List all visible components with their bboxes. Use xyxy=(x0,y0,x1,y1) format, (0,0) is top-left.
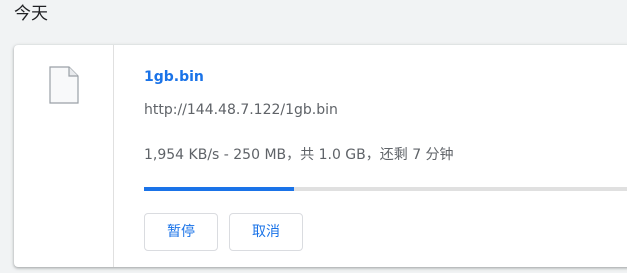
download-status-text: 1,954 KB/s - 250 MB，共 1.0 GB，还剩 7 分钟 xyxy=(144,147,454,163)
cancel-button[interactable]: 取消 xyxy=(229,213,303,251)
file-icon xyxy=(49,66,79,108)
download-details: 1gb.bin http://144.48.7.122/1gb.bin 1,95… xyxy=(144,45,627,267)
download-item-card: 1gb.bin http://144.48.7.122/1gb.bin 1,95… xyxy=(14,45,627,267)
download-progress-bar xyxy=(144,187,627,191)
file-url: http://144.48.7.122/1gb.bin xyxy=(144,102,338,118)
download-progress-fill xyxy=(144,187,294,191)
file-name-link[interactable]: 1gb.bin xyxy=(144,68,204,86)
pause-button[interactable]: 暂停 xyxy=(144,213,218,251)
file-icon-column xyxy=(14,45,114,267)
date-section-header: 今天 xyxy=(14,4,48,24)
